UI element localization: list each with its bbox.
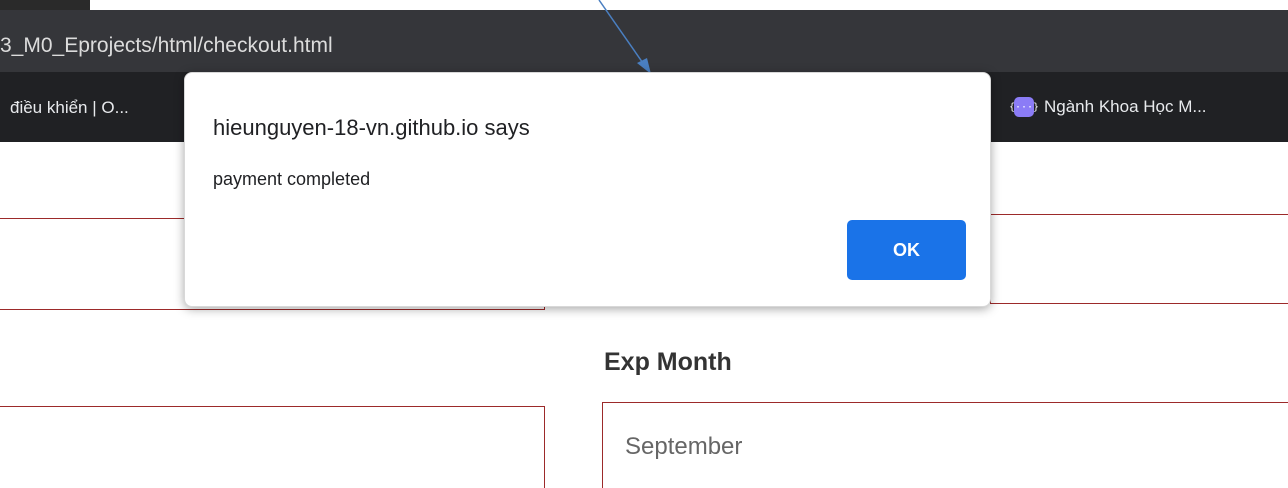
tab-strip-fragment: [0, 0, 90, 10]
alert-dialog: hieunguyen-18-vn.github.io says payment …: [184, 72, 991, 307]
exp-month-value: September: [625, 433, 743, 460]
ok-button[interactable]: OK: [847, 220, 966, 280]
checkout-input-left-bottom[interactable]: [0, 406, 545, 488]
address-bar[interactable]: 3_M0_Eprojects/html/checkout.html: [0, 10, 1288, 72]
dialog-message: payment completed: [213, 169, 371, 189]
bracket-dots-icon: {···}: [1009, 97, 1039, 117]
url-text[interactable]: 3_M0_Eprojects/html/checkout.html: [0, 34, 333, 58]
checkout-input-right-top[interactable]: [990, 214, 1288, 304]
exp-month-label: Exp Month: [604, 348, 732, 376]
bookmark-item-left[interactable]: điều khiển | O...: [10, 98, 129, 118]
exp-month-input[interactable]: September: [602, 402, 1288, 488]
window-top-strip: [0, 0, 1288, 10]
bookmark-item-right[interactable]: {···} Ngành Khoa Học M...: [1009, 96, 1207, 118]
bookmark-item-label: Ngành Khoa Học M...: [1044, 97, 1207, 116]
dialog-title: hieunguyen-18-vn.github.io says: [213, 115, 530, 140]
